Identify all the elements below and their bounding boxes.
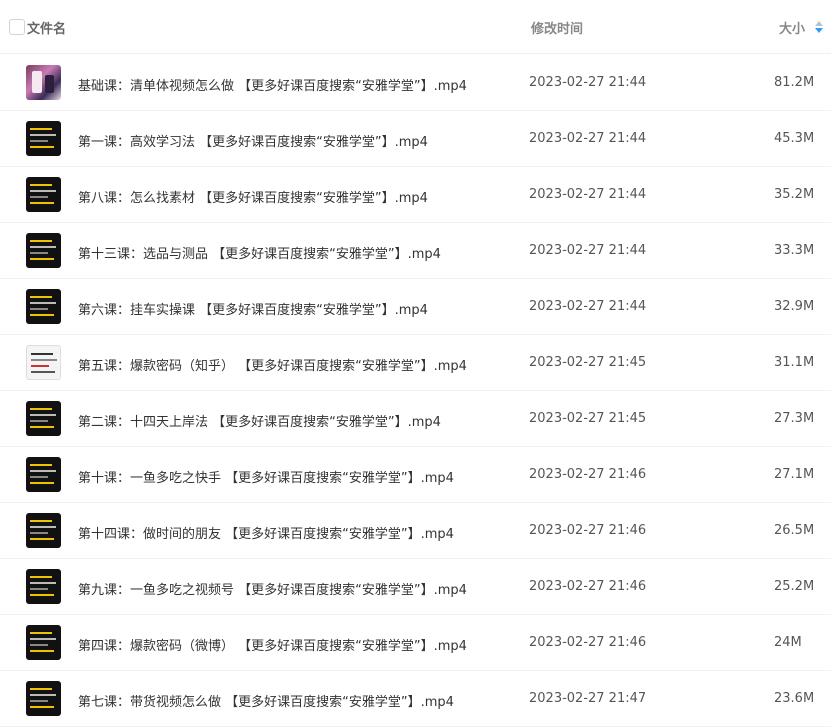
video-thumbnail[interactable] bbox=[26, 457, 61, 492]
file-row[interactable]: 第七课：带货视频怎么做 【更多好课百度搜索“安雅学堂”】.mp4 2023-02-… bbox=[0, 671, 831, 727]
file-modified-time: 2023-02-27 21:47 bbox=[529, 691, 647, 706]
file-row[interactable]: 第六课：挂车实操课 【更多好课百度搜索“安雅学堂”】.mp4 2023-02-27… bbox=[0, 279, 831, 335]
file-name[interactable]: 第六课：挂车实操课 【更多好课百度搜索“安雅学堂”】.mp4 bbox=[78, 299, 428, 318]
video-thumbnail[interactable] bbox=[26, 65, 61, 100]
file-row[interactable]: 基础课：清单体视频怎么做 【更多好课百度搜索“安雅学堂”】.mp4 2023-02… bbox=[0, 55, 831, 111]
file-row[interactable]: 第十课：一鱼多吃之快手 【更多好课百度搜索“安雅学堂”】.mp4 2023-02-… bbox=[0, 447, 831, 503]
file-row[interactable]: 第十三课：选品与测品 【更多好课百度搜索“安雅学堂”】.mp4 2023-02-2… bbox=[0, 223, 831, 279]
file-name[interactable]: 第四课：爆款密码（微博） 【更多好课百度搜索“安雅学堂”】.mp4 bbox=[78, 635, 467, 654]
file-modified-time: 2023-02-27 21:45 bbox=[529, 411, 647, 426]
file-row[interactable]: 第十四课：做时间的朋友 【更多好课百度搜索“安雅学堂”】.mp4 2023-02-… bbox=[0, 503, 831, 559]
file-name[interactable]: 第五课：爆款密码（知乎） 【更多好课百度搜索“安雅学堂”】.mp4 bbox=[78, 355, 467, 374]
video-thumbnail[interactable] bbox=[26, 513, 61, 548]
file-row[interactable]: 第四课：爆款密码（微博） 【更多好课百度搜索“安雅学堂”】.mp4 2023-02… bbox=[0, 615, 831, 671]
file-name[interactable]: 第七课：带货视频怎么做 【更多好课百度搜索“安雅学堂”】.mp4 bbox=[78, 691, 454, 710]
file-modified-time: 2023-02-27 21:45 bbox=[529, 355, 647, 370]
file-name[interactable]: 第一课：高效学习法 【更多好课百度搜索“安雅学堂”】.mp4 bbox=[78, 131, 428, 150]
file-row[interactable]: 第二课：十四天上岸法 【更多好课百度搜索“安雅学堂”】.mp4 2023-02-2… bbox=[0, 391, 831, 447]
file-size: 32.9M bbox=[774, 299, 815, 314]
file-size: 45.3M bbox=[774, 131, 815, 146]
video-thumbnail[interactable] bbox=[26, 233, 61, 268]
file-size: 23.6M bbox=[774, 691, 815, 706]
file-list: 基础课：清单体视频怎么做 【更多好课百度搜索“安雅学堂”】.mp4 2023-02… bbox=[0, 55, 831, 727]
file-name[interactable]: 第十课：一鱼多吃之快手 【更多好课百度搜索“安雅学堂”】.mp4 bbox=[78, 467, 454, 486]
file-row[interactable]: 第九课：一鱼多吃之视频号 【更多好课百度搜索“安雅学堂”】.mp4 2023-02… bbox=[0, 559, 831, 615]
file-modified-time: 2023-02-27 21:46 bbox=[529, 467, 647, 482]
file-modified-time: 2023-02-27 21:44 bbox=[529, 243, 647, 258]
file-row[interactable]: 第五课：爆款密码（知乎） 【更多好课百度搜索“安雅学堂”】.mp4 2023-02… bbox=[0, 335, 831, 391]
file-row[interactable]: 第八课：怎么找素材 【更多好课百度搜索“安雅学堂”】.mp4 2023-02-27… bbox=[0, 167, 831, 223]
video-thumbnail[interactable] bbox=[26, 681, 61, 716]
file-modified-time: 2023-02-27 21:46 bbox=[529, 579, 647, 594]
file-name[interactable]: 第十三课：选品与测品 【更多好课百度搜索“安雅学堂”】.mp4 bbox=[78, 243, 441, 262]
column-header-size[interactable]: 大小 bbox=[779, 18, 805, 37]
video-thumbnail[interactable] bbox=[26, 289, 61, 324]
video-thumbnail[interactable] bbox=[26, 177, 61, 212]
file-name[interactable]: 第十四课：做时间的朋友 【更多好课百度搜索“安雅学堂”】.mp4 bbox=[78, 523, 454, 542]
sort-descending-icon[interactable] bbox=[815, 21, 823, 35]
file-name[interactable]: 第二课：十四天上岸法 【更多好课百度搜索“安雅学堂”】.mp4 bbox=[78, 411, 441, 430]
video-thumbnail[interactable] bbox=[26, 401, 61, 436]
file-name[interactable]: 基础课：清单体视频怎么做 【更多好课百度搜索“安雅学堂”】.mp4 bbox=[78, 75, 467, 94]
video-thumbnail[interactable] bbox=[26, 121, 61, 156]
file-modified-time: 2023-02-27 21:44 bbox=[529, 75, 647, 90]
file-modified-time: 2023-02-27 21:44 bbox=[529, 131, 647, 146]
file-size: 27.3M bbox=[774, 411, 815, 426]
video-thumbnail[interactable] bbox=[26, 569, 61, 604]
column-header-name[interactable]: 文件名 bbox=[27, 18, 66, 37]
video-thumbnail[interactable] bbox=[26, 345, 61, 380]
file-size: 24M bbox=[774, 635, 802, 650]
file-list-header: 文件名 修改时间 大小 bbox=[0, 0, 831, 54]
file-size: 25.2M bbox=[774, 579, 815, 594]
file-modified-time: 2023-02-27 21:44 bbox=[529, 299, 647, 314]
file-name[interactable]: 第九课：一鱼多吃之视频号 【更多好课百度搜索“安雅学堂”】.mp4 bbox=[78, 579, 467, 598]
file-size: 81.2M bbox=[774, 75, 815, 90]
file-modified-time: 2023-02-27 21:46 bbox=[529, 635, 647, 650]
file-size: 33.3M bbox=[774, 243, 815, 258]
video-thumbnail[interactable] bbox=[26, 625, 61, 660]
file-name[interactable]: 第八课：怎么找素材 【更多好课百度搜索“安雅学堂”】.mp4 bbox=[78, 187, 428, 206]
file-size: 31.1M bbox=[774, 355, 815, 370]
file-modified-time: 2023-02-27 21:46 bbox=[529, 523, 647, 538]
column-header-modified-time[interactable]: 修改时间 bbox=[531, 18, 583, 37]
file-modified-time: 2023-02-27 21:44 bbox=[529, 187, 647, 202]
select-all-checkbox[interactable] bbox=[9, 19, 25, 35]
file-row[interactable]: 第一课：高效学习法 【更多好课百度搜索“安雅学堂”】.mp4 2023-02-27… bbox=[0, 111, 831, 167]
file-size: 26.5M bbox=[774, 523, 815, 538]
file-size: 27.1M bbox=[774, 467, 815, 482]
file-size: 35.2M bbox=[774, 187, 815, 202]
